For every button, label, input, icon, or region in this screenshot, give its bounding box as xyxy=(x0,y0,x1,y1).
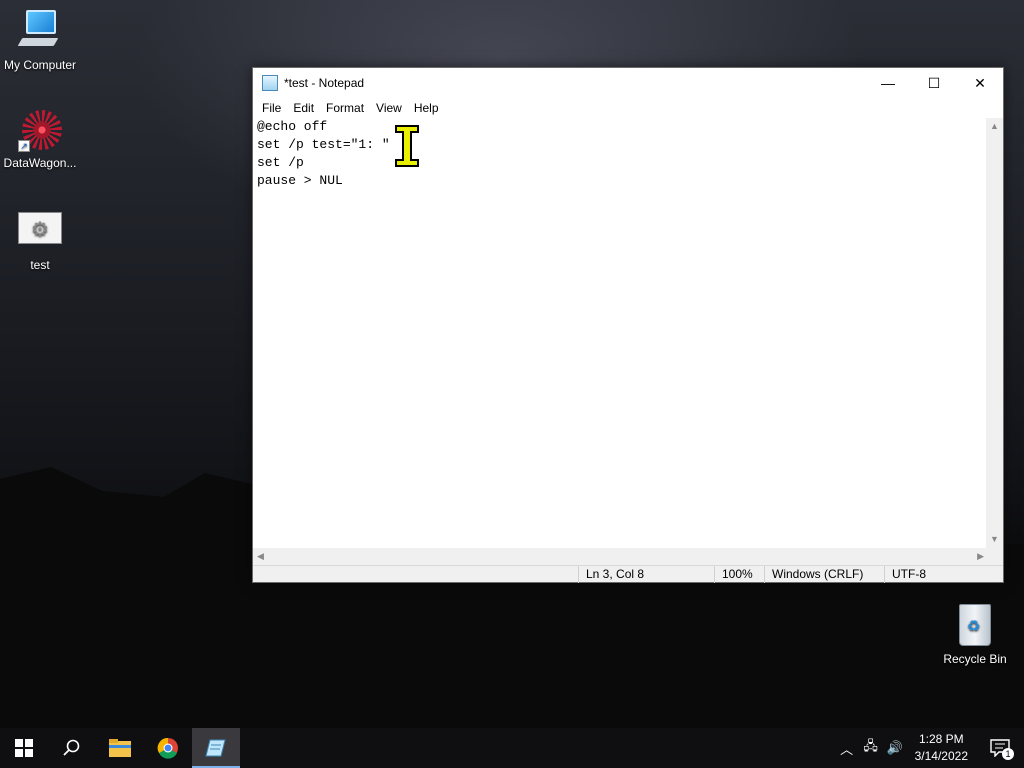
volume-icon[interactable]: 🔊 xyxy=(883,740,907,756)
file-explorer-icon xyxy=(109,739,131,757)
system-tray: ︿ 🖧 🔊 1:28 PM 3/14/2022 1 xyxy=(835,728,1024,768)
desktop-icon-test[interactable]: ⚙ test xyxy=(0,208,80,272)
vertical-scrollbar[interactable]: ▲ ▼ xyxy=(986,118,1003,548)
window-title: *test - Notepad xyxy=(284,76,365,90)
notepad-icon xyxy=(262,75,278,91)
menu-bar: File Edit Format View Help xyxy=(253,98,1003,118)
minimize-button[interactable]: — xyxy=(865,68,911,98)
desktop-icon-recycle-bin[interactable]: Recycle Bin xyxy=(935,604,1015,666)
taskbar-file-explorer[interactable] xyxy=(96,728,144,768)
status-zoom: 100% xyxy=(714,565,764,583)
clock-time: 1:28 PM xyxy=(918,732,964,746)
batch-file-icon: ⚙ xyxy=(18,208,62,252)
menu-view[interactable]: View xyxy=(370,101,408,115)
horizontal-scrollbar[interactable]: ◀ ▶ xyxy=(253,548,988,565)
search-icon xyxy=(63,739,80,756)
text-cursor-icon xyxy=(395,125,419,167)
text-editor[interactable]: @echo off set /p test="1: " set /p pause… xyxy=(253,118,988,610)
taskbar: ︿ 🖧 🔊 1:28 PM 3/14/2022 1 xyxy=(0,728,1024,768)
status-bar: Ln 3, Col 8 100% Windows (CRLF) UTF-8 xyxy=(253,565,1003,583)
title-bar[interactable]: *test - Notepad — ☐ ✕ xyxy=(253,68,1003,98)
desktop-icon-label: Recycle Bin xyxy=(943,652,1007,666)
menu-help[interactable]: Help xyxy=(408,101,445,115)
desktop-icon-my-computer[interactable]: My Computer xyxy=(0,10,80,72)
menu-file[interactable]: File xyxy=(256,101,287,115)
notepad-window[interactable]: *test - Notepad — ☐ ✕ File Edit Format V… xyxy=(252,67,1004,583)
start-button[interactable] xyxy=(0,728,48,768)
status-cursor-position: Ln 3, Col 8 xyxy=(578,565,714,583)
notepad-icon xyxy=(205,739,226,757)
shortcut-arrow-icon: ↗ xyxy=(18,140,30,152)
datawagon-icon: ↗ xyxy=(18,108,62,152)
action-center-button[interactable]: 1 xyxy=(976,728,1024,768)
desktop-icon-label: test xyxy=(30,258,50,272)
menu-format[interactable]: Format xyxy=(320,101,370,115)
computer-icon xyxy=(17,10,62,54)
maximize-button[interactable]: ☐ xyxy=(911,68,957,98)
notification-badge: 1 xyxy=(1002,748,1014,760)
search-button[interactable] xyxy=(48,728,96,768)
network-icon[interactable]: 🖧 xyxy=(859,737,883,759)
taskbar-notepad[interactable] xyxy=(192,728,240,768)
close-button[interactable]: ✕ xyxy=(957,68,1003,98)
scrollbar-corner xyxy=(986,548,1003,565)
recycle-bin-icon xyxy=(953,604,997,648)
menu-edit[interactable]: Edit xyxy=(287,101,320,115)
taskbar-chrome[interactable] xyxy=(144,728,192,768)
scroll-up-icon[interactable]: ▲ xyxy=(986,118,1003,135)
desktop-icon-label: My Computer xyxy=(3,58,77,72)
desktop-icon-datawagon[interactable]: ↗ DataWagon... xyxy=(0,108,80,170)
scroll-left-icon[interactable]: ◀ xyxy=(257,551,264,562)
scroll-down-icon[interactable]: ▼ xyxy=(986,531,1003,548)
desktop-icon-label: DataWagon... xyxy=(3,156,77,170)
clock[interactable]: 1:28 PM 3/14/2022 xyxy=(907,731,976,765)
clock-date: 3/14/2022 xyxy=(914,749,968,763)
scroll-right-icon[interactable]: ▶ xyxy=(977,551,984,562)
chevron-up-icon[interactable]: ︿ xyxy=(835,739,859,758)
status-encoding: UTF-8 xyxy=(884,565,1002,583)
chrome-icon xyxy=(157,737,178,759)
windows-start-icon xyxy=(15,739,33,757)
status-line-ending: Windows (CRLF) xyxy=(764,565,884,583)
